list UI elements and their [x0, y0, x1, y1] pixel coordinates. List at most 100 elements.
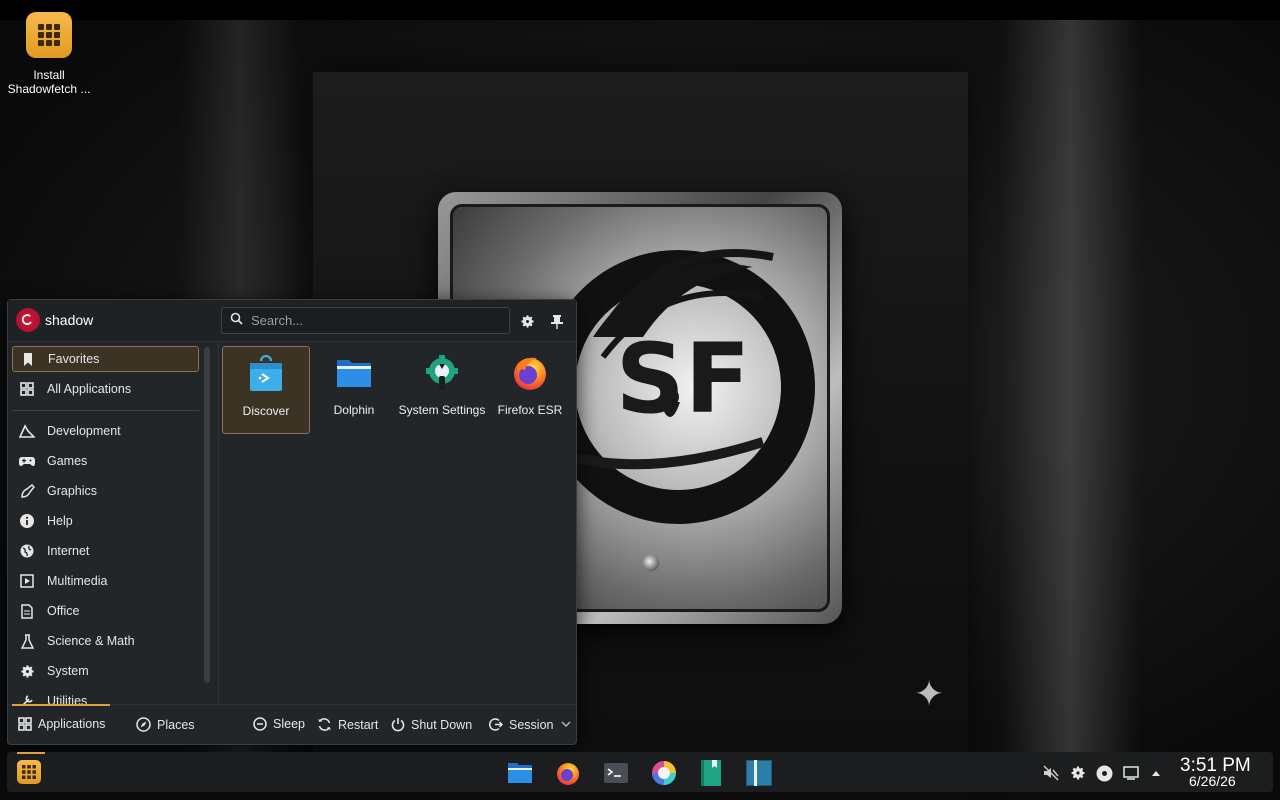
grid-icon: [22, 765, 36, 779]
gamepad-icon: [19, 453, 35, 469]
restart-button[interactable]: Restart: [317, 717, 378, 732]
office-icon: [19, 603, 35, 619]
app-tile-dolphin[interactable]: Dolphin: [310, 346, 398, 434]
favorites-grid: Discover Dolphin System Settings Firefox…: [220, 343, 576, 704]
system-settings-icon: [426, 355, 458, 390]
tab-places-label: Places: [157, 717, 195, 732]
taskbar-color-app[interactable]: [650, 759, 678, 787]
tab-places[interactable]: Places: [136, 717, 195, 732]
session-icon: [488, 718, 503, 731]
taskbar-book-blue[interactable]: [745, 759, 773, 787]
sidebar-item-science-math[interactable]: Science & Math: [12, 628, 199, 654]
taskbar-firefox[interactable]: [554, 759, 582, 787]
app-tile-label: Dolphin: [333, 403, 375, 417]
firefox-icon: [514, 357, 546, 390]
caret-up-icon[interactable]: [1147, 764, 1165, 782]
search-icon: [230, 312, 243, 330]
sidebar-item-label: Office: [47, 604, 80, 618]
sidebar-item-system[interactable]: System: [12, 658, 199, 684]
clock-date[interactable]: 6/26/26: [1189, 773, 1236, 789]
app-tile-system-settings[interactable]: System Settings: [398, 346, 486, 434]
sidebar-item-office[interactable]: Office: [12, 598, 199, 624]
app-tile-firefox-esr[interactable]: Firefox ESR: [486, 346, 574, 434]
compass-icon: [136, 717, 151, 732]
graphics-icon: [19, 483, 35, 499]
sidebar-item-label: Science & Math: [47, 634, 135, 648]
flask-icon: [19, 633, 35, 649]
sidebar-item-all-applications[interactable]: All Applications: [12, 376, 199, 402]
taskbar-book-green[interactable]: [697, 759, 725, 787]
sidebar-item-multimedia[interactable]: Multimedia: [12, 568, 199, 594]
chevron-down-icon: [561, 721, 571, 727]
apps-grid-icon: [19, 381, 35, 397]
book-icon: [746, 760, 772, 786]
svg-text:SF: SF: [616, 323, 751, 435]
utilities-icon: [19, 693, 35, 704]
taskbar-dolphin[interactable]: [506, 759, 534, 787]
sparkle-icon: ✦: [914, 673, 945, 714]
gear-icon[interactable]: [517, 311, 537, 331]
sidebar-item-utilities[interactable]: Utilities: [12, 688, 199, 704]
sidebar-item-label: Multimedia: [47, 574, 108, 588]
sleep-button[interactable]: Sleep: [253, 717, 305, 731]
app-tile-discover[interactable]: Discover: [222, 346, 310, 434]
pin-icon[interactable]: [547, 311, 567, 331]
debian-swirl-icon[interactable]: [16, 308, 40, 332]
sidebar-item-help[interactable]: Help: [12, 508, 199, 534]
desktop-icon-install-shadowfetch[interactable]: Install Shadowfetch ...: [4, 12, 94, 96]
shutdown-button[interactable]: Shut Down: [391, 717, 472, 732]
sidebar-item-favorites[interactable]: Favorites: [12, 346, 199, 372]
sidebar-item-label: System: [47, 664, 89, 678]
taskbar: 3:51 PM 6/26/26: [7, 752, 1273, 792]
system-gear-icon: [19, 663, 35, 679]
shutdown-label: Shut Down: [411, 717, 473, 732]
disc-icon[interactable]: [1095, 764, 1113, 782]
app-tile-label: Discover: [242, 404, 290, 418]
sidebar-item-development[interactable]: Development: [12, 418, 199, 444]
globe-icon: [19, 543, 35, 559]
sidebar-divider: [12, 410, 199, 411]
application-launcher-button[interactable]: [17, 760, 41, 784]
gear-icon[interactable]: [1069, 764, 1087, 782]
sidebar-scrollbar[interactable]: [204, 347, 210, 683]
launcher-active-indicator: [17, 752, 45, 754]
book-icon: [701, 760, 721, 786]
restart-label: Restart: [338, 717, 379, 732]
color-wheel-icon: [652, 761, 676, 785]
volume-muted-icon[interactable]: [1042, 764, 1060, 782]
wallpaper-light-right: [1000, 20, 1140, 780]
folder-icon: [508, 763, 532, 783]
sidebar-item-graphics[interactable]: Graphics: [12, 478, 199, 504]
launcher-header: shadow: [8, 300, 576, 342]
top-black-bar: [0, 0, 1280, 20]
monitor-icon[interactable]: [1122, 764, 1140, 782]
terminal-icon: [604, 763, 628, 783]
category-sidebar: Favorites All Applications Development G…: [8, 343, 218, 704]
power-icon: [391, 718, 405, 732]
sidebar-item-label: Internet: [47, 544, 90, 558]
tab-applications[interactable]: Applications: [18, 717, 105, 731]
app-tile-label: Firefox ESR: [497, 403, 563, 417]
sidebar-item-label: Utilities: [47, 694, 88, 704]
firefox-icon: [557, 763, 579, 785]
sidebar-item-label: Development: [47, 424, 121, 438]
apps-grid-icon: [18, 717, 32, 731]
sidebar-item-label: Help: [47, 514, 73, 528]
plate-screw: [643, 555, 659, 571]
search-input[interactable]: [251, 313, 491, 328]
multimedia-icon: [19, 573, 35, 589]
discover-icon: [250, 354, 282, 391]
sidebar-item-label: Games: [47, 454, 88, 468]
sidebar-item-label: Favorites: [48, 352, 100, 366]
sidebar-item-label: All Applications: [47, 382, 132, 396]
sidebar-item-games[interactable]: Games: [12, 448, 199, 474]
search-box[interactable]: [221, 307, 510, 334]
app-tile-label: System Settings: [398, 403, 486, 417]
info-icon: [19, 513, 35, 529]
sleep-icon: [253, 717, 267, 731]
sidebar-item-internet[interactable]: Internet: [12, 538, 199, 564]
folder-icon: [337, 360, 371, 387]
taskbar-terminal[interactable]: [602, 759, 630, 787]
sleep-label: Sleep: [273, 717, 305, 731]
session-button[interactable]: Session: [488, 717, 571, 732]
